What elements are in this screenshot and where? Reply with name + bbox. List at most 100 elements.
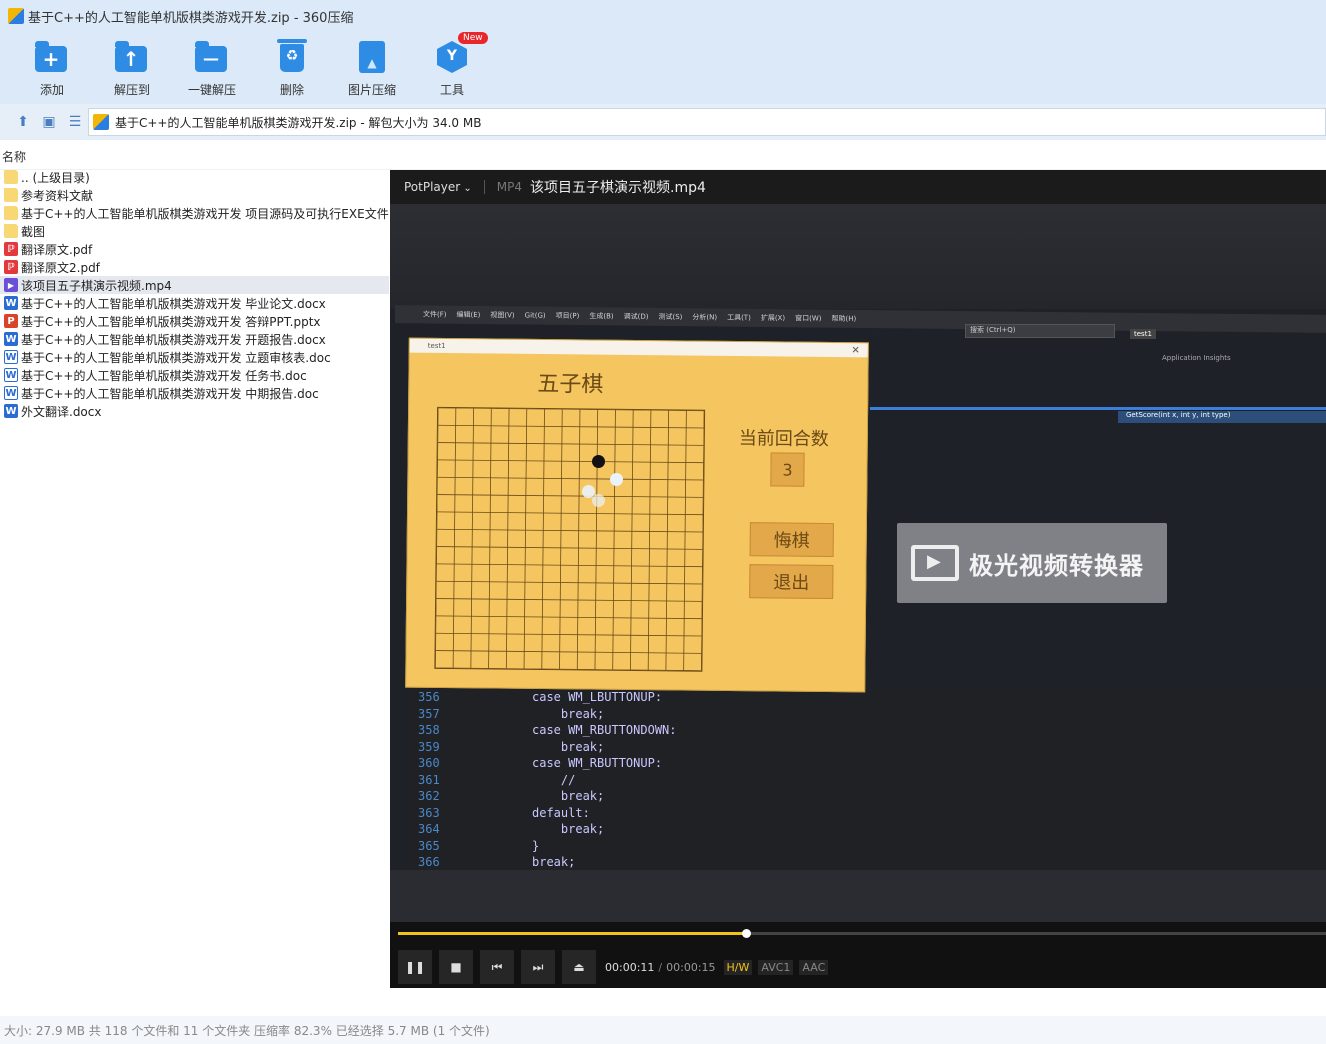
undo-button[interactable]: 悔棋 [749,522,834,558]
list-item[interactable]: 基于C++的人工智能单机版棋类游戏开发 答辩PPT.pptx [0,312,389,330]
exit-button[interactable]: 退出 [749,564,834,600]
ide-menu-item: 生成(B) [589,312,614,321]
film-icon [911,545,959,581]
up-arrow-icon[interactable]: ⬆ [10,109,36,135]
status-bar: 大小: 27.9 MB 共 118 个文件和 11 个文件夹 压缩率 82.3%… [0,1016,1326,1044]
list-item[interactable]: 基于C++的人工智能单机版棋类游戏开发 任务书.doc [0,366,389,384]
zip-file-icon [93,114,109,130]
thumbnail-view-icon[interactable]: ▣ [36,109,62,135]
player-title-bar: PotPlayer MP4 该项目五子棋演示视频.mp4 [390,170,1326,204]
list-view-icon[interactable]: ☰ [62,109,88,135]
code-line: 357 break; [408,707,1326,724]
board-line [470,408,474,669]
total-time: 00:00:15 [666,960,716,974]
path-text: 基于C++的人工智能单机版棋类游戏开发.zip - 解包大小为 34.0 MB [115,115,482,130]
list-item[interactable]: 基于C++的人工智能单机版棋类游戏开发 立题审核表.doc [0,348,389,366]
list-item-label: 外文翻译.docx [21,404,102,419]
gomoku-board[interactable] [434,406,706,672]
list-item[interactable]: 基于C++的人工智能单机版棋类游戏开发 项目源码及可执行EXE文件 [0,204,389,222]
board-line [435,615,702,620]
video-frame[interactable]: 文件(F) 编辑(E) 视图(V) Git(G) 项目(P) 生成(B) 调试(… [390,204,1326,922]
list-item[interactable]: 截图 [0,222,389,240]
path-field[interactable]: 基于C++的人工智能单机版棋类游戏开发.zip - 解包大小为 34.0 MB [88,108,1326,136]
potplayer-menu-button[interactable]: PotPlayer [404,180,472,194]
list-item-label: 基于C++的人工智能单机版棋类游戏开发 项目源码及可执行EXE文件 [21,206,389,221]
list-item-label: .. (上级目录) [21,170,90,185]
ide-menu-bar: 文件(F) 编辑(E) 视图(V) Git(G) 项目(P) 生成(B) 调试(… [395,305,1326,333]
one-click-extract-label: 一键解压 [187,83,236,97]
image-compress-icon [359,41,385,73]
audio-codec-badge[interactable]: AAC [799,959,829,975]
word-file-icon [4,386,18,400]
file-rows: .. (上级目录) 参考资料文献 基于C++的人工智能单机版棋类游戏开发 项目源… [0,168,389,420]
list-item[interactable]: 基于C++的人工智能单机版棋类游戏开发 中期报告.doc [0,384,389,402]
board-line [436,546,703,550]
board-line [612,409,616,670]
board-line [452,408,457,669]
ide-menu-item: 调试(D) [623,312,649,321]
app-logo-icon [8,8,24,24]
board-line [665,410,670,671]
folder-add-icon [35,41,67,72]
stop-icon[interactable]: ■ [439,950,473,984]
word-file-icon [4,332,18,346]
list-item-selected[interactable]: 该项目五子棋演示视频.mp4 [0,276,389,294]
code-text: // [532,772,576,787]
column-header-name[interactable]: 名称 [0,140,1326,170]
list-item[interactable]: 翻译原文2.pdf [0,258,389,276]
extract-to-label: 解压到 [113,83,150,97]
ide-menu-item: 编辑(E) [456,310,481,320]
previous-icon[interactable]: ⏮ [480,950,514,984]
list-item-label: 基于C++的人工智能单机版棋类游戏开发 中期报告.doc [21,386,319,401]
board-line [541,409,545,670]
ide-bottom-panel [390,870,1326,922]
board-line [700,410,705,671]
code-text: case WM_RBUTTONDOWN: [532,723,677,737]
delete-button[interactable]: 删除 [252,32,332,104]
tools-button[interactable]: New 工具 [412,32,492,104]
line-number: 364 [418,822,440,836]
line-number: 358 [418,723,440,737]
code-text: break; [532,789,605,803]
board-line [594,409,599,670]
video-codec-badge[interactable]: AVC1 [758,959,794,975]
board-line [488,408,492,669]
line-number: 361 [418,772,440,787]
code-line: 362 break; [408,789,1326,806]
list-item[interactable]: .. (上级目录) [0,168,389,186]
board-grid [434,407,705,672]
list-item[interactable]: 参考资料文献 [0,186,389,204]
word-file-icon [4,350,18,364]
list-item-label: 基于C++的人工智能单机版棋类游戏开发 答辩PPT.pptx [21,314,321,329]
pause-icon[interactable]: ❚❚ [398,950,432,984]
list-item-label: 该项目五子棋演示视频.mp4 [21,278,172,293]
seek-bar[interactable] [398,929,1326,938]
code-text: case WM_RBUTTONUP: [532,756,663,770]
board-line [435,667,702,672]
title-bar: 基于C++的人工智能单机版棋类游戏开发.zip - 360压缩 [0,0,1326,32]
line-number: 359 [418,739,440,754]
next-icon[interactable]: ⏭ [521,950,555,984]
extract-to-button[interactable]: 解压到 [92,32,172,104]
list-item[interactable]: 翻译原文.pdf [0,240,389,258]
hw-decode-badge[interactable]: H/W [723,959,753,975]
add-button[interactable]: 添加 [12,32,92,104]
list-item[interactable]: 基于C++的人工智能单机版棋类游戏开发 开题报告.docx [0,330,389,348]
word-file-icon [4,368,18,382]
list-item-label: 截图 [21,224,46,239]
eject-icon[interactable]: ⏏ [562,950,596,984]
one-click-extract-button[interactable]: 一键解压 [172,32,252,104]
playback-controls: ❚❚ ■ ⏮ ⏭ ⏏ 00:00:11 / 00:00:15 H/W AVC1 … [390,946,1326,988]
image-compress-button[interactable]: 图片压缩 [332,32,412,104]
add-label: 添加 [39,83,64,97]
list-item[interactable]: 基于C++的人工智能单机版棋类游戏开发 毕业论文.docx [0,294,389,312]
video-background [390,204,1326,309]
one-click-extract-icon [195,41,227,72]
close-icon[interactable]: ✕ [851,345,860,356]
format-label: MP4 [496,180,522,194]
seek-bar-handle[interactable] [741,929,751,938]
list-item[interactable]: 外文翻译.docx [0,402,389,420]
board-line [437,459,704,464]
ide-project-name: test1 [1130,329,1156,339]
word-file-icon [4,404,18,418]
